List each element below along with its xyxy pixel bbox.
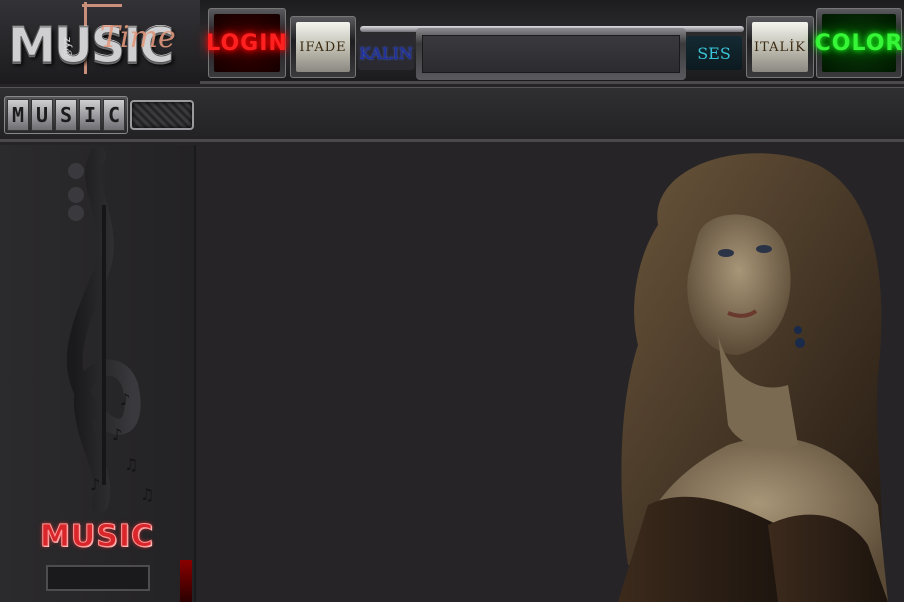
music-letter: I bbox=[79, 99, 101, 131]
treble-clef-music-notes-art: ♪ ♪ ♫ ♪ ♫ bbox=[66, 147, 154, 513]
main-area bbox=[198, 145, 904, 602]
carbon-toggle-button[interactable] bbox=[130, 100, 194, 130]
italik-button-frame: ITALİK bbox=[746, 16, 814, 78]
music-letter: M bbox=[7, 99, 29, 131]
svg-text:♪: ♪ bbox=[90, 475, 100, 494]
sidebar: ♪ ♪ ♫ ♪ ♫ MUSIC bbox=[0, 145, 196, 602]
svg-text:♪: ♪ bbox=[112, 425, 122, 444]
sidebar-small-box[interactable] bbox=[46, 565, 150, 591]
login-button-frame: LOGIN bbox=[206, 8, 287, 78]
ses-button[interactable]: SES bbox=[686, 36, 742, 70]
logo-t-bar bbox=[82, 4, 122, 7]
logo-at: @yz bbox=[61, 36, 74, 60]
svg-text:♪: ♪ bbox=[120, 390, 130, 409]
music-letter: S bbox=[55, 99, 77, 131]
chat-app: MUSIC Time @yz LOGIN IFADE KALIN SES ITA… bbox=[0, 0, 904, 602]
message-input[interactable] bbox=[422, 35, 680, 73]
login-button[interactable]: LOGIN bbox=[206, 14, 287, 72]
sidebar-music-title: MUSIC bbox=[40, 519, 154, 555]
ifade-button[interactable]: IFADE bbox=[296, 22, 350, 72]
music-time-logo: MUSIC Time @yz bbox=[0, 0, 200, 84]
music-tag: M U S I C bbox=[4, 96, 128, 134]
top-toolbar: MUSIC Time @yz LOGIN IFADE KALIN SES ITA… bbox=[0, 0, 904, 84]
svg-text:♫: ♫ bbox=[124, 455, 138, 474]
message-bar-frame bbox=[416, 28, 686, 80]
music-letter: C bbox=[103, 99, 125, 131]
italik-button[interactable]: ITALİK bbox=[752, 22, 808, 72]
portrait-image bbox=[618, 153, 888, 602]
ifade-button-frame: IFADE bbox=[290, 16, 356, 78]
color-button-frame: COLOR bbox=[815, 8, 902, 78]
kalin-button[interactable]: KALIN bbox=[358, 36, 414, 70]
color-button[interactable]: COLOR bbox=[815, 14, 902, 72]
sidebar-red-accent bbox=[180, 560, 192, 602]
secondary-toolbar: M U S I C bbox=[0, 87, 904, 142]
svg-text:♫: ♫ bbox=[140, 485, 154, 504]
logo-script: Time bbox=[100, 20, 176, 55]
music-letter: U bbox=[31, 99, 53, 131]
